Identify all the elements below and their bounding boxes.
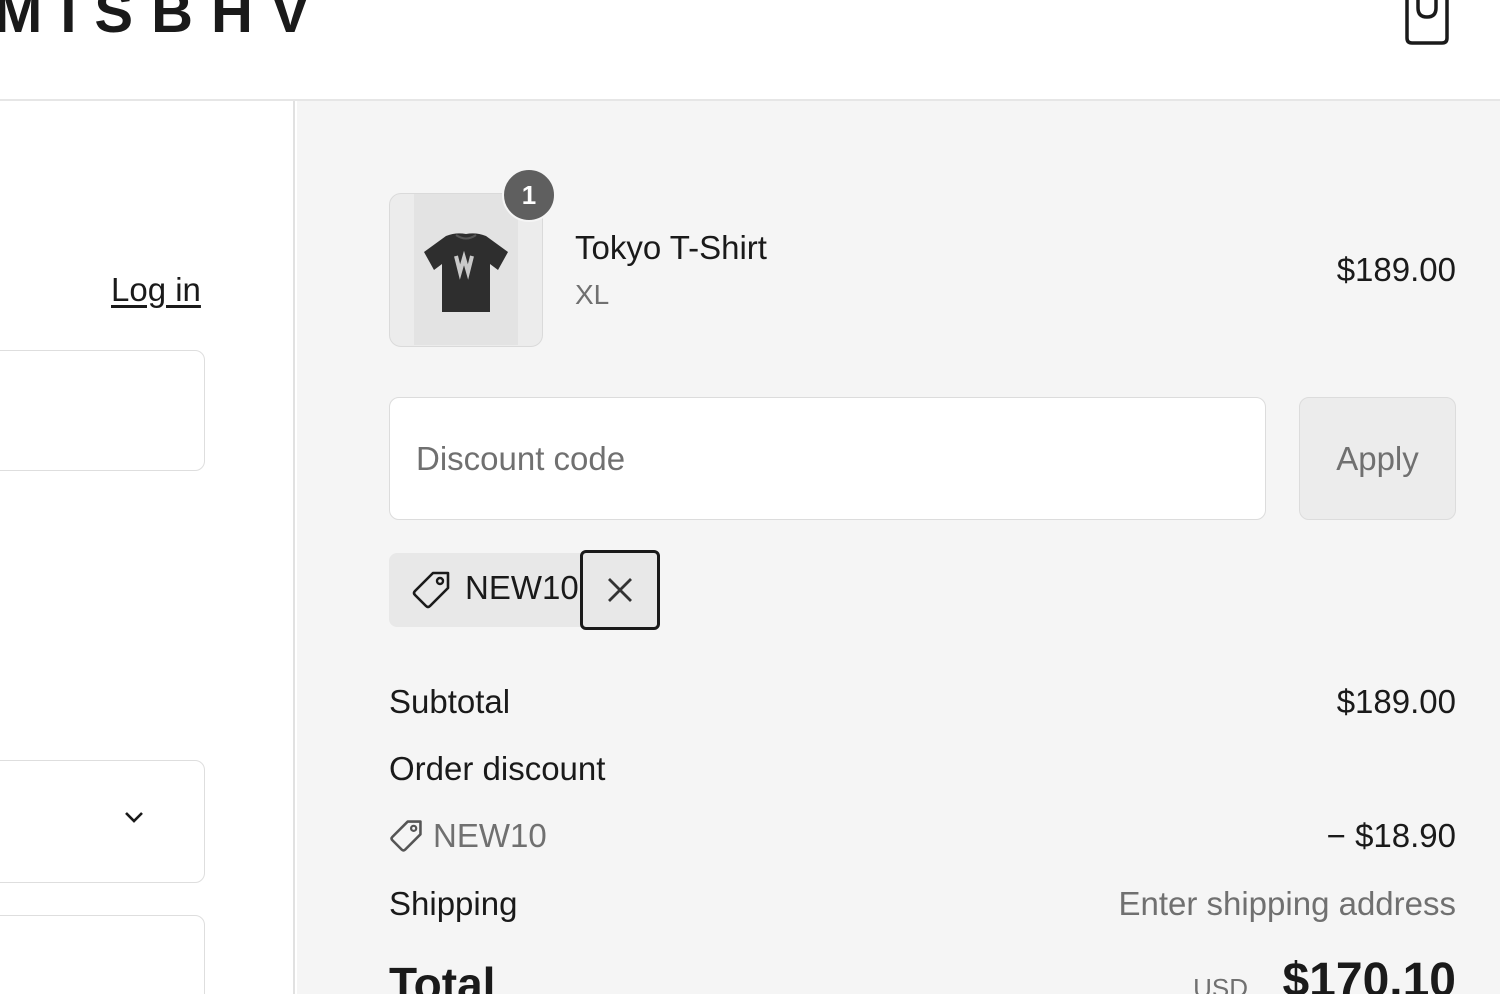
total-label: Total	[389, 958, 496, 994]
login-link[interactable]: Log in	[111, 271, 201, 309]
discount-amount: − $18.90	[1326, 817, 1456, 854]
order-discount-label: Order discount	[389, 750, 606, 787]
country-select[interactable]	[0, 760, 205, 883]
remove-discount-button[interactable]	[580, 550, 660, 630]
tag-icon	[390, 820, 422, 852]
total-value: $170.10	[1282, 954, 1456, 994]
name-input[interactable]	[0, 915, 205, 994]
shopping-bag-icon[interactable]	[1404, 0, 1450, 46]
shipping-value: Enter shipping address	[1118, 885, 1456, 922]
apply-discount-button[interactable]: Apply	[1299, 397, 1456, 520]
product-thumbnail: 1	[389, 168, 556, 347]
header: MISBHV	[0, 0, 1500, 101]
subtotal-label: Subtotal	[389, 683, 511, 720]
tshirt-image	[424, 233, 508, 312]
close-icon	[608, 578, 632, 602]
product-name: Tokyo T-Shirt	[575, 229, 767, 266]
discount-code-input[interactable]	[389, 397, 1266, 520]
applied-discount-code: NEW10	[465, 569, 579, 606]
order-summary-panel: 1 Tokyo T-Shirt XL $189.00 Apply NEW10 S…	[297, 101, 1500, 994]
subtotal-value: $189.00	[1336, 683, 1456, 720]
quantity-badge: 1	[502, 168, 556, 222]
applied-discount-chip: NEW10	[389, 553, 589, 627]
discount-code-label: NEW10	[433, 817, 547, 854]
contact-input[interactable]	[0, 350, 205, 471]
product-variant: XL	[575, 279, 610, 310]
brand-logo[interactable]: MISBHV	[0, 0, 328, 42]
product-price: $189.00	[1336, 251, 1456, 288]
total-currency: USD	[1193, 973, 1248, 994]
tag-icon	[412, 571, 450, 609]
shipping-label: Shipping	[389, 885, 518, 922]
chevron-down-icon	[125, 812, 143, 823]
checkout-form-panel: Log in	[0, 101, 295, 994]
